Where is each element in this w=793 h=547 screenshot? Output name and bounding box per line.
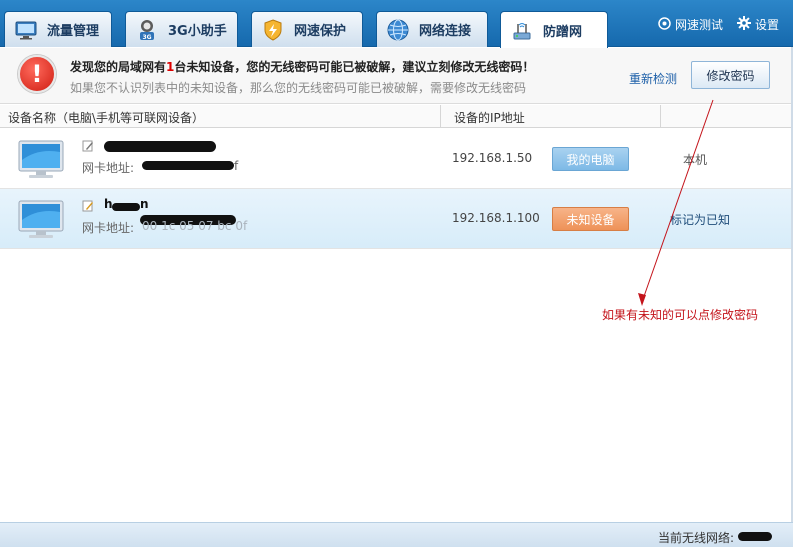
redacted-device-name: [112, 203, 140, 211]
speed-test-label: 网速测试: [674, 18, 723, 32]
computer-monitor-icon: [18, 140, 64, 180]
tab-label: 网速保护: [294, 24, 347, 39]
annotation-note: 如果有未知的可以点修改密码: [602, 308, 759, 322]
mark-as-known-link[interactable]: 标记为已知: [670, 211, 730, 228]
alert-headline-suffix: 台未知设备，您的无线密码可能已被破解，建议立刻修改无线密码！: [174, 60, 535, 74]
speed-test-link[interactable]: 网速测试: [658, 16, 723, 33]
change-password-button[interactable]: 修改密码: [691, 61, 770, 89]
tab-label: 3G小助手: [168, 24, 227, 39]
tab-speed-protection[interactable]: 网速保护: [251, 11, 363, 47]
warning-exclamation-icon: !: [18, 55, 56, 93]
current-wifi-label: 当前无线网络:: [658, 531, 735, 545]
edit-name-pencil-icon[interactable]: [82, 140, 94, 152]
column-divider: [660, 105, 661, 128]
alert-headline-prefix: 发现您的局域网有: [70, 60, 167, 74]
tab-traffic-management[interactable]: 流量管理: [4, 11, 112, 47]
top-tab-bar: 流量管理 3G 3G小助手 网速保护 网络连接 防蹭网 网速测试 设置: [0, 0, 793, 48]
settings-label: 设置: [754, 18, 779, 32]
tab-anti-freeloading[interactable]: 防蹭网: [500, 11, 608, 48]
device-name-tail: n: [140, 197, 149, 211]
recheck-link[interactable]: 重新检测: [629, 70, 677, 87]
globe-icon: [387, 19, 409, 41]
tab-label: 网络连接: [419, 24, 472, 39]
column-divider: [440, 105, 441, 128]
mac-address-label: 网卡地址:: [82, 161, 135, 175]
tab-label: 防蹭网: [543, 24, 583, 40]
this-machine-label: 本机: [683, 153, 708, 167]
status-bar: 当前无线网络:: [0, 522, 793, 547]
computer-monitor-icon: [18, 200, 64, 240]
column-ip-address: 设备的IP地址: [454, 111, 525, 125]
column-device-name: 设备名称（电脑\手机等可联网设备）: [8, 111, 205, 125]
edit-name-pencil-icon[interactable]: [82, 200, 94, 212]
mac-address-tail: f: [234, 159, 239, 173]
mac-address-tail: 00 1c 05 07 bc 0f: [142, 219, 248, 233]
gear-icon: [736, 16, 751, 33]
redacted-wifi-name: [738, 532, 772, 541]
device-ip: 192.168.1.100: [452, 211, 540, 225]
speed-shield-icon: [262, 18, 284, 41]
top-links: 网速测试 设置: [658, 16, 779, 33]
device-name-visible: h: [104, 197, 113, 211]
router-icon: [511, 19, 533, 41]
settings-link[interactable]: 设置: [736, 16, 779, 33]
table-row[interactable]: h n 网卡地址: 00 1c 05 07 bc 0f 192.168.1.10…: [0, 189, 793, 249]
table-row[interactable]: 网卡地址: f 192.168.1.50 我的电脑 本机: [0, 129, 793, 189]
alert-headline: 发现您的局域网有1台未知设备，您的无线密码可能已被破解，建议立刻修改无线密码！: [70, 58, 534, 75]
redacted-device-name: [104, 141, 216, 152]
tab-label: 流量管理: [47, 24, 100, 39]
monitor-chart-icon: [15, 19, 37, 41]
redacted-mac-address: [142, 161, 234, 170]
3g-helper-icon: 3G: [136, 19, 158, 41]
warning-alert-bar: ! 发现您的局域网有1台未知设备，您的无线密码可能已被破解，建议立刻修改无线密码…: [0, 48, 793, 104]
my-computer-badge[interactable]: 我的电脑: [552, 147, 629, 171]
unknown-device-badge[interactable]: 未知设备: [552, 207, 629, 231]
tab-network-connection[interactable]: 网络连接: [376, 11, 488, 47]
alert-description: 如果您不认识列表中的未知设备，那么您的无线密码可能已被破解，需要修改无线密码: [70, 81, 527, 95]
tab-3g-helper[interactable]: 3G 3G小助手: [125, 11, 238, 47]
svg-text:3G: 3G: [142, 34, 151, 41]
device-ip: 192.168.1.50: [452, 151, 533, 165]
device-table-header: 设备名称（电脑\手机等可联网设备） 设备的IP地址: [0, 105, 793, 128]
speed-test-icon: [658, 16, 671, 33]
mac-address-label: 网卡地址:: [82, 221, 135, 235]
